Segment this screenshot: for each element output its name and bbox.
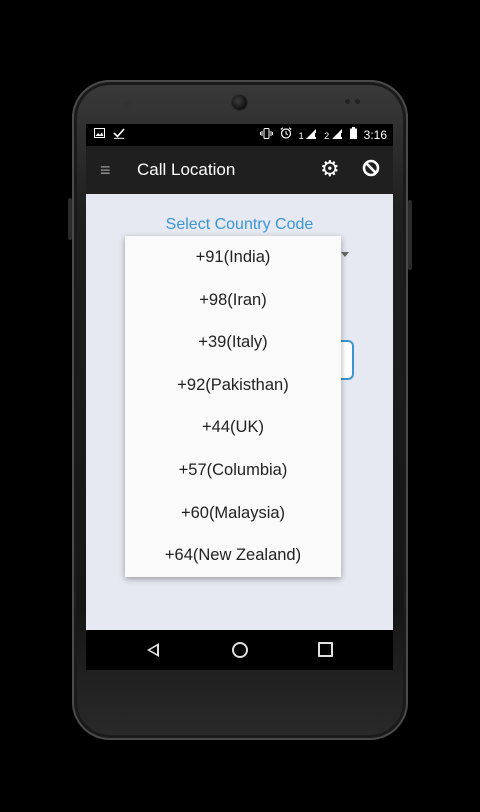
spinner-arrow-icon[interactable] bbox=[341, 252, 349, 257]
speaker-dot bbox=[124, 101, 130, 107]
dropdown-option[interactable]: +98(Iran) bbox=[125, 279, 341, 322]
dropdown-option[interactable]: +92(Pakisthan) bbox=[125, 364, 341, 407]
nav-bar bbox=[86, 630, 393, 670]
light-sensor bbox=[355, 99, 360, 104]
country-code-dropdown: +91(India) +98(Iran) +39(Italy) +92(Paki… bbox=[125, 236, 341, 577]
dropdown-option[interactable]: +60(Malaysia) bbox=[125, 492, 341, 535]
dropdown-option[interactable]: +39(Italy) bbox=[125, 321, 341, 364]
status-bar: 1 2 3:16 bbox=[86, 124, 393, 146]
clock: 3:16 bbox=[363, 128, 387, 142]
sim1-label: 1 bbox=[298, 130, 304, 141]
recents-icon[interactable] bbox=[318, 642, 333, 657]
app-bar: ≡ Call Location ⚙ bbox=[86, 146, 393, 194]
dropdown-option[interactable]: +57(Columbia) bbox=[125, 449, 341, 492]
dropdown-option[interactable]: +91(India) bbox=[125, 236, 341, 279]
battery-icon bbox=[349, 127, 357, 143]
dropdown-option[interactable]: +64(New Zealand) bbox=[125, 534, 341, 577]
vibrate-icon bbox=[259, 127, 273, 143]
block-icon[interactable] bbox=[362, 159, 380, 177]
back-icon-inner bbox=[150, 646, 157, 654]
volume-button bbox=[68, 198, 72, 240]
app-title: Call Location bbox=[137, 160, 236, 179]
check-icon bbox=[113, 127, 125, 143]
front-camera bbox=[232, 95, 247, 110]
main-content: Select Country Code +91(India) +98(Iran)… bbox=[86, 194, 393, 630]
image-icon bbox=[94, 128, 105, 142]
alarm-icon bbox=[279, 127, 292, 143]
gear-icon[interactable]: ⚙ bbox=[320, 157, 340, 181]
menu-icon[interactable]: ≡ bbox=[100, 159, 111, 181]
proximity-sensor bbox=[345, 99, 350, 104]
sim2-signal-icon: 2 bbox=[324, 128, 343, 143]
power-button bbox=[408, 200, 412, 270]
home-icon[interactable] bbox=[232, 642, 248, 658]
screen: 1 2 3:16 ≡ Call Location ⚙ Select Countr… bbox=[86, 124, 393, 670]
select-country-code-label: Select Country Code bbox=[165, 216, 314, 233]
sim1-signal-icon: 1 bbox=[299, 128, 318, 143]
sim2-label: 2 bbox=[324, 130, 330, 141]
dropdown-option[interactable]: +44(UK) bbox=[125, 406, 341, 449]
